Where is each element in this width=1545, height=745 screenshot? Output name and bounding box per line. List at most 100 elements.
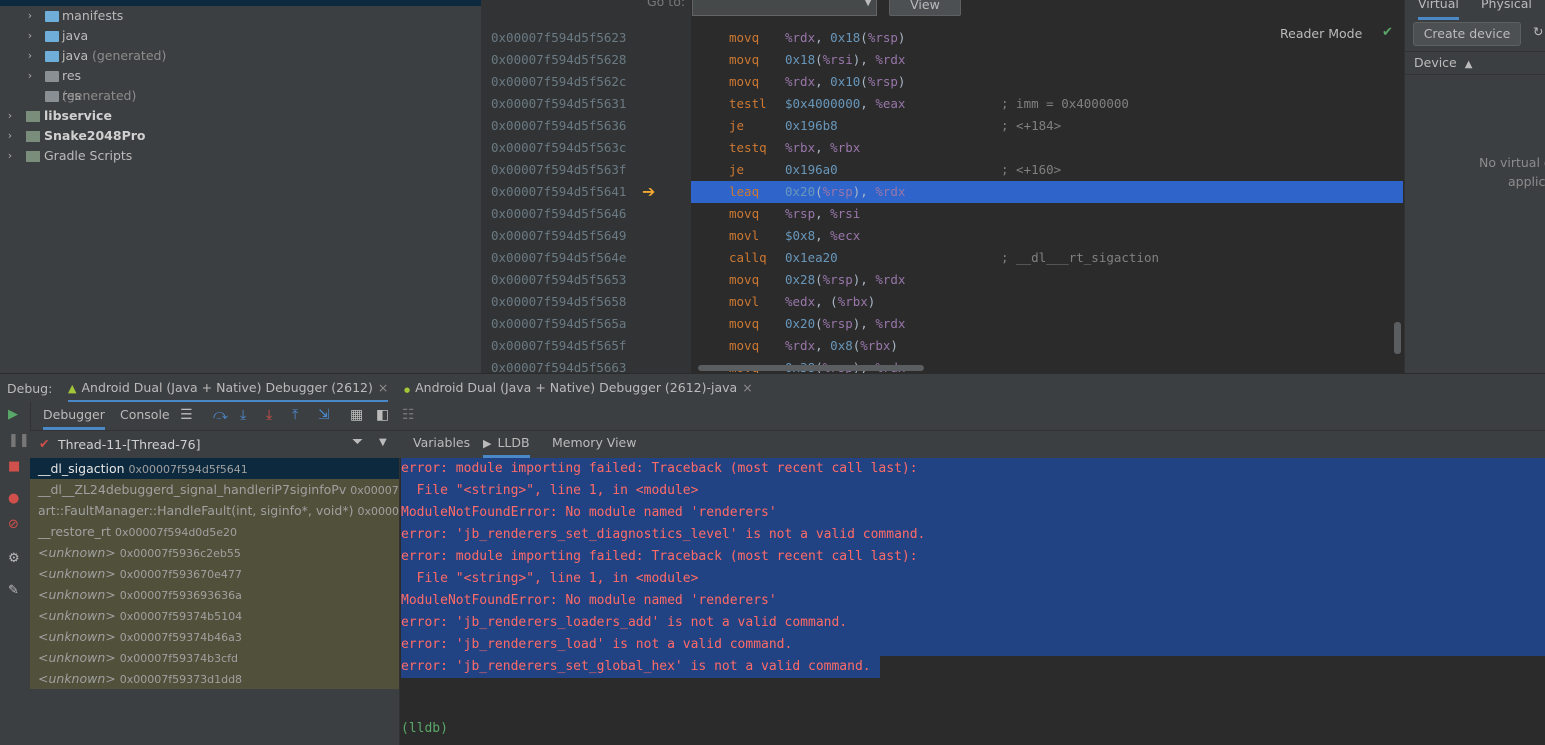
- evaluate-expression-icon[interactable]: ▦: [350, 407, 363, 423]
- instruction-address[interactable]: 0x00007f594d5f562c: [491, 71, 626, 93]
- tab-physical[interactable]: Physical: [1481, 0, 1532, 17]
- force-step-into-icon[interactable]: ⤓: [266, 407, 272, 423]
- instruction-line[interactable]: je 0x196a0 ; <+160>: [691, 159, 1403, 181]
- chevron-right-icon[interactable]: ›: [25, 46, 35, 66]
- instruction-address[interactable]: 0x00007f594d5f5623: [491, 27, 626, 49]
- instruction-line[interactable]: movq 0x28(%rsp), %rdx: [691, 269, 1403, 291]
- tab-lldb[interactable]: ▶ LLDB: [483, 431, 530, 458]
- instruction-address[interactable]: 0x00007f594d5f563c: [491, 137, 626, 159]
- tab-debug-session-java[interactable]: ● Android Dual (Java + Native) Debugger (…: [404, 374, 753, 400]
- chevron-down-icon[interactable]: ▼: [379, 437, 387, 448]
- close-icon[interactable]: ×: [378, 380, 388, 395]
- filter-icon[interactable]: ⏷: [352, 434, 363, 450]
- step-into-icon[interactable]: ⤓: [240, 407, 246, 423]
- instruction-address[interactable]: 0x00007f594d5f5653: [491, 269, 626, 291]
- stop-icon[interactable]: ■: [8, 459, 20, 474]
- instruction-line[interactable]: je 0x196b8 ; <+184>: [691, 115, 1403, 137]
- tree-item-java[interactable]: › java: [0, 26, 481, 46]
- instruction-line[interactable]: movl %edx, (%rbx): [691, 291, 1403, 313]
- instruction-address[interactable]: 0x00007f594d5f564e: [491, 247, 626, 269]
- chevron-right-icon[interactable]: ›: [5, 126, 15, 146]
- chevron-right-icon[interactable]: ›: [25, 26, 35, 46]
- mute-breakpoints-icon[interactable]: ⊘: [8, 517, 19, 532]
- tab-debug-session-native[interactable]: ▲ Android Dual (Java + Native) Debugger (…: [68, 374, 389, 403]
- chevron-right-icon[interactable]: ›: [25, 6, 35, 26]
- tab-console[interactable]: Console: [120, 402, 170, 427]
- instruction-address[interactable]: 0x00007f594d5f563f: [491, 159, 626, 181]
- instruction-address[interactable]: 0x00007f594d5f565f: [491, 335, 626, 357]
- frame-function: <unknown>: [38, 545, 116, 560]
- settings-grid-icon[interactable]: ☷: [402, 407, 415, 423]
- instruction-address[interactable]: 0x00007f594d5f5631: [491, 93, 626, 115]
- tree-item-java[interactable]: › java (generated): [0, 46, 481, 66]
- stack-frame[interactable]: <unknown> 0x00007f59374b5104: [30, 605, 399, 626]
- instruction-line[interactable]: movl $0x8, %ecx: [691, 225, 1403, 247]
- tab-debugger[interactable]: Debugger: [43, 402, 105, 430]
- chevron-right-icon[interactable]: ›: [25, 66, 35, 86]
- thread-selector[interactable]: ✔ Thread-11-[Thread-76] ⏷ ▼: [30, 431, 399, 459]
- lldb-prompt[interactable]: (lldb): [401, 721, 448, 736]
- instruction-line[interactable]: leaq 0x20(%rsp), %rdx: [691, 181, 1403, 203]
- tree-item-res[interactable]: › res: [0, 66, 481, 86]
- instruction-line[interactable]: testl $0x4000000, %eax ; imm = 0x4000000: [691, 93, 1403, 115]
- instruction-line[interactable]: movq 0x18(%rsi), %rdx: [691, 49, 1403, 71]
- chevron-down-icon[interactable]: ▼: [864, 0, 872, 8]
- tree-item-manifests[interactable]: › manifests: [0, 6, 481, 26]
- tree-item-gradle-scripts[interactable]: › Gradle Scripts: [0, 146, 481, 166]
- instruction-line[interactable]: callq 0x1ea20 ; __dl___rt_sigaction: [691, 247, 1403, 269]
- instruction-line[interactable]: movq %rdx, 0x10(%rsp): [691, 71, 1403, 93]
- stack-frame[interactable]: art::FaultManager::HandleFault(int, sigi…: [30, 500, 399, 521]
- instruction-address[interactable]: 0x00007f594d5f5658: [491, 291, 626, 313]
- resume-icon[interactable]: ▶: [8, 407, 18, 422]
- reader-mode-toggle[interactable]: Reader Mode: [1280, 26, 1362, 41]
- tab-memory-view[interactable]: Memory View: [552, 431, 636, 455]
- device-column-header[interactable]: Device ▲: [1405, 51, 1545, 75]
- gear-icon[interactable]: ⚙: [8, 551, 20, 566]
- vertical-scrollbar[interactable]: [1394, 322, 1401, 354]
- tree-item-libservice[interactable]: › libservice: [0, 106, 481, 126]
- instruction-address[interactable]: 0x00007f594d5f5646: [491, 203, 626, 225]
- layout-icon[interactable]: ◧: [376, 407, 389, 423]
- instruction-address[interactable]: 0x00007f594d5f5649: [491, 225, 626, 247]
- instruction-line[interactable]: testq %rbx, %rbx: [691, 137, 1403, 159]
- instruction-address[interactable]: 0x00007f594d5f5636: [491, 115, 626, 137]
- refresh-icon[interactable]: ↻: [1533, 24, 1543, 39]
- close-icon[interactable]: ×: [742, 380, 752, 395]
- tree-item-snake2048pro[interactable]: › Snake2048Pro: [0, 126, 481, 146]
- stack-frame[interactable]: __dl__ZL24debuggerd_signal_handleriP7sig…: [30, 479, 399, 500]
- stack-frame[interactable]: __restore_rt 0x00007f594d0d5e20: [30, 521, 399, 542]
- tab-virtual[interactable]: Virtual: [1418, 0, 1459, 20]
- chevron-right-icon[interactable]: ›: [5, 146, 15, 166]
- menu-lines-icon[interactable]: ☰: [180, 407, 193, 423]
- instruction-address[interactable]: 0x00007f594d5f5628: [491, 49, 626, 71]
- goto-address-input[interactable]: ▼: [692, 0, 877, 16]
- chevron-right-icon[interactable]: ›: [5, 106, 15, 126]
- stack-frame[interactable]: <unknown> 0x00007f59374b3cfd: [30, 647, 399, 668]
- run-to-cursor-icon[interactable]: ⇲: [318, 407, 330, 423]
- instruction-line[interactable]: movq %rdx, 0x8(%rbx): [691, 335, 1403, 357]
- lldb-console[interactable]: error: module importing failed: Tracebac…: [399, 458, 1545, 745]
- stack-frame[interactable]: <unknown> 0x00007f593670e477: [30, 563, 399, 584]
- stack-frame[interactable]: <unknown> 0x00007f5936c2eb55: [30, 542, 399, 563]
- create-device-button[interactable]: Create device: [1413, 22, 1521, 46]
- tree-item-res[interactable]: res (generated): [0, 86, 481, 106]
- tab-variables[interactable]: Variables: [413, 431, 470, 455]
- operands: 0x20(%rsp), %rdx: [785, 184, 906, 199]
- view-button[interactable]: View: [889, 0, 961, 16]
- instruction-line[interactable]: movq 0x20(%rsp), %rdx: [691, 313, 1403, 335]
- step-over-icon[interactable]: ⤼: [213, 407, 228, 423]
- goto-label: Go to:: [647, 0, 686, 9]
- folder-icon: [45, 71, 59, 82]
- instruction-line[interactable]: movq %rsp, %rsi: [691, 203, 1403, 225]
- instruction-address[interactable]: 0x00007f594d5f5641: [491, 181, 626, 203]
- stack-frame[interactable]: <unknown> 0x00007f59373d1dd8: [30, 668, 399, 689]
- stack-frame[interactable]: <unknown> 0x00007f593693636a: [30, 584, 399, 605]
- horizontal-scrollbar[interactable]: [698, 365, 924, 371]
- pause-icon[interactable]: ❚❚: [8, 433, 30, 448]
- view-breakpoints-icon[interactable]: ●: [8, 491, 19, 506]
- instruction-address[interactable]: 0x00007f594d5f565a: [491, 313, 626, 335]
- step-out-icon[interactable]: ⤒: [292, 407, 298, 423]
- stack-frame[interactable]: <unknown> 0x00007f59374b46a3: [30, 626, 399, 647]
- pin-icon[interactable]: ✎: [8, 583, 19, 598]
- stack-frame[interactable]: __dl_sigaction 0x00007f594d5f5641: [30, 458, 399, 479]
